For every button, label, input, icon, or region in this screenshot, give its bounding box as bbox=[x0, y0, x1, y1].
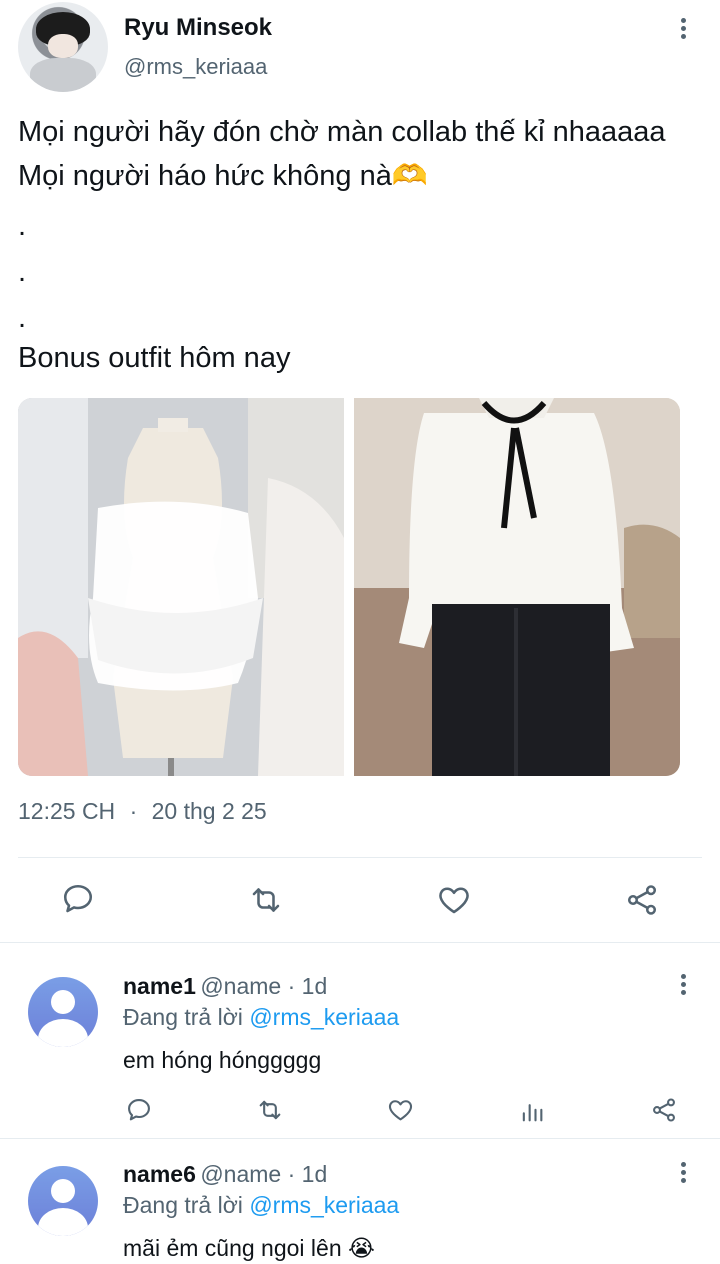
replying-to: Đang trả lời @rms_keriaaa bbox=[123, 1192, 399, 1219]
reply-icon[interactable] bbox=[125, 1096, 153, 1124]
tweet-date: 20 thg 2 25 bbox=[151, 798, 267, 824]
author-avatar[interactable] bbox=[18, 2, 108, 92]
outfit-photo-illustration bbox=[354, 398, 680, 776]
reply-header: name6 @name · 1d bbox=[123, 1161, 327, 1188]
retweet-icon[interactable] bbox=[255, 1096, 285, 1124]
divider bbox=[0, 1138, 720, 1139]
like-icon[interactable] bbox=[435, 882, 473, 918]
reply-author-name[interactable]: name1 bbox=[123, 973, 196, 999]
replying-to: Đang trả lời @rms_keriaaa bbox=[123, 1004, 399, 1031]
default-avatar-shoulders bbox=[38, 1208, 88, 1236]
author-name[interactable]: Ryu Minseok bbox=[124, 14, 272, 42]
tweet-time: 12:25 CH bbox=[18, 798, 116, 824]
reply-meta: @name · 1d bbox=[200, 973, 328, 999]
tweet-photo-outfit[interactable] bbox=[354, 398, 680, 776]
avatar-face bbox=[48, 34, 78, 58]
tweet-text-line: . bbox=[18, 256, 27, 288]
replying-to-handle[interactable]: @rms_keriaaa bbox=[249, 1192, 399, 1218]
tweet-timestamp[interactable]: 12:25 CH · 20 thg 2 25 bbox=[18, 798, 267, 825]
share-icon[interactable] bbox=[624, 882, 660, 918]
default-avatar-head bbox=[51, 990, 75, 1014]
tweet-text-line: Mọi người háo hức không nà🫶 bbox=[18, 160, 428, 192]
replying-to-handle[interactable]: @rms_keriaaa bbox=[249, 1004, 399, 1030]
author-handle[interactable]: @rms_keriaaa bbox=[124, 54, 267, 80]
replying-prefix: Đang trả lời bbox=[123, 1192, 250, 1218]
reply-meta: @name · 1d bbox=[200, 1161, 328, 1187]
replying-prefix: Đang trả lời bbox=[123, 1004, 250, 1030]
tweet-text-line: Bonus outfit hôm nay bbox=[18, 342, 291, 374]
avatar-body bbox=[30, 58, 96, 92]
like-icon[interactable] bbox=[386, 1096, 415, 1124]
more-options-icon[interactable] bbox=[671, 1159, 695, 1189]
tweet-text-line: . bbox=[18, 210, 27, 242]
reply-author-name[interactable]: name6 bbox=[123, 1161, 196, 1187]
more-options-icon[interactable] bbox=[671, 971, 695, 1001]
divider bbox=[18, 857, 702, 858]
retweet-icon[interactable] bbox=[247, 882, 285, 918]
reply-avatar[interactable] bbox=[28, 977, 98, 1047]
default-avatar-head bbox=[51, 1179, 75, 1203]
tweet-photo-dress[interactable] bbox=[18, 398, 344, 776]
reply-text: em hóng hónggggg bbox=[123, 1047, 322, 1073]
reply-header: name1 @name · 1d bbox=[123, 973, 327, 1000]
reply-text: mãi ẻm cũng ngoi lên 😭 bbox=[123, 1235, 375, 1261]
dress-photo-illustration bbox=[18, 398, 344, 776]
analytics-icon[interactable] bbox=[518, 1097, 546, 1125]
timestamp-separator: · bbox=[129, 798, 138, 824]
share-icon[interactable] bbox=[650, 1096, 678, 1124]
tweet-text-line: Mọi người hãy đón chờ màn collab thế kỉ … bbox=[18, 116, 666, 148]
reply-avatar[interactable] bbox=[28, 1166, 98, 1236]
reply-icon[interactable] bbox=[60, 881, 96, 917]
default-avatar-shoulders bbox=[38, 1019, 88, 1047]
tweet-text-line: . bbox=[18, 302, 27, 334]
more-options-icon[interactable] bbox=[671, 15, 695, 45]
divider bbox=[0, 942, 720, 943]
